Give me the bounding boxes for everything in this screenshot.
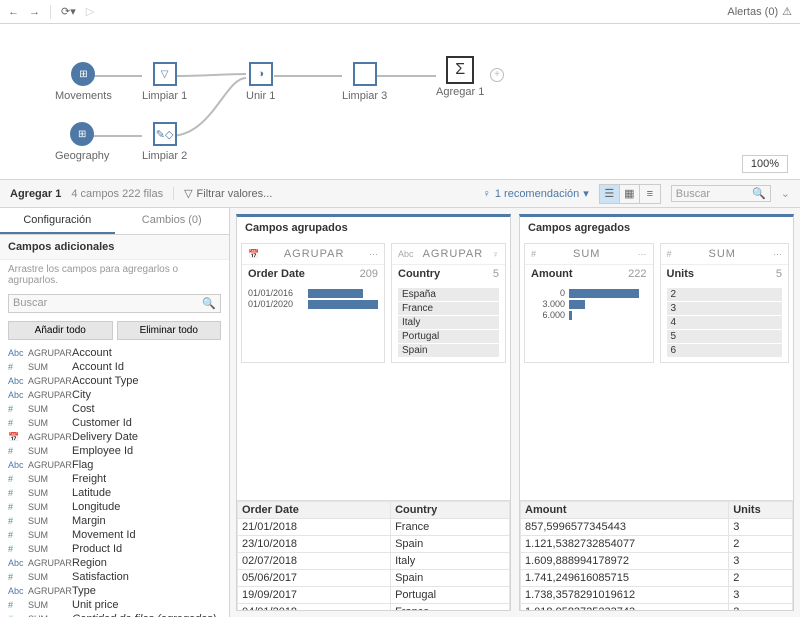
filter-values[interactable]: ▽ Filtrar valores... <box>173 187 272 200</box>
search-icon: 🔍 <box>752 187 766 200</box>
search-icon: 🔍 <box>202 297 216 310</box>
grouped-title: Campos agrupados <box>237 217 510 239</box>
field-row[interactable]: AbcAGRUPARCity <box>4 388 225 402</box>
field-row[interactable]: #SUMUnit price <box>4 598 225 612</box>
field-search[interactable]: Buscar🔍 <box>8 294 221 313</box>
field-row[interactable]: #SUMMargin <box>4 514 225 528</box>
node-movements[interactable]: ⊞ Movements <box>55 62 112 102</box>
card-amount[interactable]: #SUM⋯ Amount222 03.0006.000 <box>524 243 654 363</box>
card-orderdate[interactable]: 📅AGRUPAR⋯ Order Date209 01/01/201601/01/… <box>241 243 385 363</box>
node-limpiar1[interactable]: Limpiar 1 <box>142 62 187 102</box>
field-row[interactable]: #SUMLatitude <box>4 486 225 500</box>
grouped-column: Campos agrupados 📅AGRUPAR⋯ Order Date209… <box>236 214 511 611</box>
field-row[interactable]: #SUMCantidad de filas (agregadas) <box>4 612 225 617</box>
search-box[interactable]: Buscar🔍 <box>671 185 771 202</box>
step-meta: 4 campos 222 filas <box>71 188 163 200</box>
node-limpiar2[interactable]: ✎◇ Limpiar 2 <box>142 122 187 162</box>
flow-canvas[interactable]: ⊞ Movements ⊞ Geography Limpiar 1 ✎◇ Lim… <box>0 24 800 180</box>
alerts-button[interactable]: Alertas (0) ⚠ <box>727 5 792 18</box>
zoom-level[interactable]: 100% <box>742 155 788 173</box>
field-row[interactable]: #SUMMovement Id <box>4 528 225 542</box>
card-units[interactable]: #SUM⋯ Units5 23456 <box>660 243 790 363</box>
aggregate-icon: Σ <box>446 56 474 84</box>
field-row[interactable]: #SUMFreight <box>4 472 225 486</box>
node-agregar1[interactable]: Σ Agregar 1 <box>436 58 484 98</box>
back-button[interactable]: ← <box>8 6 19 18</box>
section-header: Campos adicionales <box>0 235 229 260</box>
field-row[interactable]: 📅AGRUPARDelivery Date <box>4 430 225 444</box>
field-row[interactable]: #SUMSatisfaction <box>4 570 225 584</box>
aggregated-table[interactable]: AmountUnits 857,599657734544331.121,5382… <box>520 500 793 610</box>
forward-button[interactable]: → <box>29 6 40 18</box>
filter-icon: ▽ <box>184 187 192 200</box>
view-list-icon[interactable]: ≡ <box>640 185 660 203</box>
node-limpiar3[interactable]: Limpiar 3 <box>342 62 387 102</box>
view-profile-icon[interactable]: ☰ <box>600 185 620 203</box>
aggregated-title: Campos agregados <box>520 217 793 239</box>
number-icon: # <box>531 249 536 259</box>
center-panel: Campos agrupados 📅AGRUPAR⋯ Order Date209… <box>230 208 800 617</box>
join-icon: ◑ <box>249 62 273 86</box>
step-title: Agregar 1 <box>10 188 61 200</box>
fields-list: AbcAGRUPARAccount#SUMAccount IdAbcAGRUPA… <box>0 344 229 617</box>
field-row[interactable]: #SUMCost <box>4 402 225 416</box>
abc-icon: Abc <box>398 249 414 259</box>
warning-icon: ⚠ <box>782 5 792 18</box>
topbar: ← → ⟳▾ ▷ Alertas (0) ⚠ <box>0 0 800 24</box>
field-row[interactable]: #SUMAccount Id <box>4 360 225 374</box>
card-country[interactable]: AbcAGRUPAR♀ Country5 EspañaFranceItalyPo… <box>391 243 506 363</box>
tab-config[interactable]: Configuración <box>0 208 115 234</box>
panel-bar: Agregar 1 4 campos 222 filas ▽ Filtrar v… <box>0 180 800 208</box>
datasource-icon: ⊞ <box>71 62 95 86</box>
tab-changes[interactable]: Cambios (0) <box>115 208 230 234</box>
bulb-icon: ♀ <box>492 249 499 259</box>
field-row[interactable]: AbcAGRUPARAccount Type <box>4 374 225 388</box>
bulb-icon: ♀ <box>483 188 491 200</box>
field-row[interactable]: AbcAGRUPARType <box>4 584 225 598</box>
field-row[interactable]: AbcAGRUPARAccount <box>4 346 225 360</box>
datasource-icon: ⊞ <box>70 122 94 146</box>
refresh-button[interactable]: ⟳▾ <box>61 5 76 18</box>
view-toggle[interactable]: ☰ ▦ ≡ <box>599 184 661 204</box>
date-icon: 📅 <box>248 249 259 260</box>
aggregated-column: Campos agregados #SUM⋯ Amount222 03.0006… <box>519 214 794 611</box>
left-panel: Configuración Cambios (0) Campos adicion… <box>0 208 230 617</box>
recommendations[interactable]: ♀1 recomendación ▾ <box>483 187 589 200</box>
view-grid-icon[interactable]: ▦ <box>620 185 640 203</box>
hint-text: Arrastre los campos para agregarlos o ag… <box>0 260 229 290</box>
run-button: ▷ <box>86 5 94 18</box>
node-unir1[interactable]: ◑ Unir 1 <box>246 62 275 102</box>
collapse-button[interactable]: ⌄ <box>781 187 790 200</box>
field-row[interactable]: #SUMLongitude <box>4 500 225 514</box>
main: Configuración Cambios (0) Campos adicion… <box>0 208 800 617</box>
field-row[interactable]: #SUMProduct Id <box>4 542 225 556</box>
remove-all-button[interactable]: Eliminar todo <box>117 321 222 340</box>
node-geography[interactable]: ⊞ Geography <box>55 122 109 162</box>
clean-icon <box>353 62 377 86</box>
field-row[interactable]: #SUMCustomer Id <box>4 416 225 430</box>
add-step-button[interactable]: + <box>490 68 504 82</box>
field-row[interactable]: #SUMEmployee Id <box>4 444 225 458</box>
clean-icon: ✎◇ <box>153 122 177 146</box>
add-all-button[interactable]: Añadir todo <box>8 321 113 340</box>
grouped-table[interactable]: Order DateCountry 21/01/2018France23/10/… <box>237 500 510 610</box>
field-row[interactable]: AbcAGRUPARRegion <box>4 556 225 570</box>
number-icon: # <box>667 249 672 259</box>
field-row[interactable]: AbcAGRUPARFlag <box>4 458 225 472</box>
clean-icon <box>153 62 177 86</box>
